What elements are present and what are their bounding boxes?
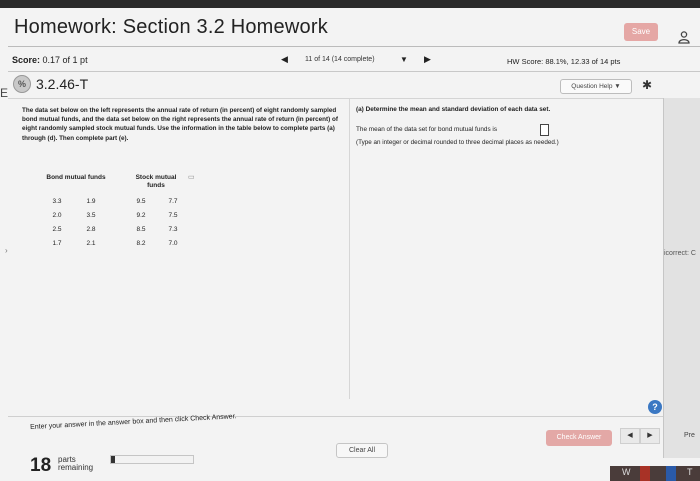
top-bar [0,0,700,8]
account-icon[interactable] [677,30,691,44]
score-value: 0.17 of 1 pt [42,55,88,65]
help-icon[interactable]: ? [648,400,662,414]
taskbar-app-icon[interactable] [666,466,676,481]
table-cell: 7.0 [168,240,178,247]
panel-divider [349,99,350,399]
expand-arrow-icon[interactable]: › [5,246,8,255]
part-a-prompt: (a) Determine the mean and standard devi… [356,106,551,113]
teams-app-icon[interactable]: T [687,467,693,477]
divider [8,98,700,99]
type-hint: (Type an integer or decimal rounded to t… [356,139,559,146]
edge-marker: E [0,86,9,100]
table-cell: 7.3 [168,226,178,233]
table-cell: 1.7 [52,240,62,247]
table-cell: 2.1 [86,240,96,247]
table-header-stock: Stock mutual funds [135,174,177,189]
caret-down-icon[interactable]: ▼ [400,55,408,64]
question-count-select[interactable]: 11 of 14 (14 complete) [305,56,375,63]
next-button-arrow-icon[interactable]: ▶ [640,428,660,444]
side-button-label[interactable]: Pre [684,432,695,439]
word-app-icon[interactable]: W [622,467,631,477]
prev-button-arrow-icon[interactable]: ◀ [620,428,640,444]
save-button[interactable]: Save [624,23,658,41]
table-header-bond: Bond mutual funds [46,174,106,181]
table-cell: 2.8 [86,226,96,233]
question-help-button[interactable]: Question Help ▼ [560,79,632,94]
taskbar-app-icon[interactable] [640,466,650,481]
table-cell: 9.2 [136,212,146,219]
divider [8,46,700,47]
score-label: Score: [12,55,41,65]
side-panel-text: icorrect: C [664,250,696,257]
question-number: 3.2.46-T [36,76,89,92]
table-cell: 7.5 [168,212,178,219]
parts-remaining-label: parts remaining [58,456,93,472]
clear-all-button[interactable]: Clear All [336,443,388,458]
table-cell: 3.3 [52,198,62,205]
page-title: Homework: Section 3.2 Homework [14,16,328,38]
answer-input[interactable] [540,124,549,136]
question-status-icon: % [13,75,31,93]
progress-bar [110,455,194,464]
hw-score: HW Score: 88.1%, 12.33 of 14 pts [507,57,621,66]
table-cell: 2.5 [52,226,62,233]
problem-description: The data set below on the left represent… [22,107,338,142]
side-panel [663,98,700,458]
check-answer-button[interactable]: Check Answer [546,430,612,446]
divider [8,416,663,417]
prev-question-arrow-icon[interactable]: ◀ [281,54,288,65]
table-cell: 3.5 [86,212,96,219]
progress-bar-fill [111,456,116,463]
table-cell: 8.5 [136,226,146,233]
gear-icon[interactable]: ✱ [642,78,652,92]
answer-prompt: The mean of the data set for bond mutual… [356,126,498,133]
copy-icon[interactable]: ▭ [188,173,195,181]
score-display: Score: 0.17 of 1 pt [12,55,88,65]
table-cell: 8.2 [136,240,146,247]
divider [8,71,700,72]
next-question-arrow-icon[interactable]: ▶ [424,54,431,65]
parts-label-line2: remaining [58,463,94,472]
table-cell: 1.9 [86,198,96,205]
table-cell: 9.5 [136,198,146,205]
table-cell: 7.7 [168,198,178,205]
table-cell: 2.0 [52,212,62,219]
parts-remaining-count: 18 [30,455,52,476]
homework-screen: Homework: Section 3.2 Homework Save Scor… [0,0,700,481]
